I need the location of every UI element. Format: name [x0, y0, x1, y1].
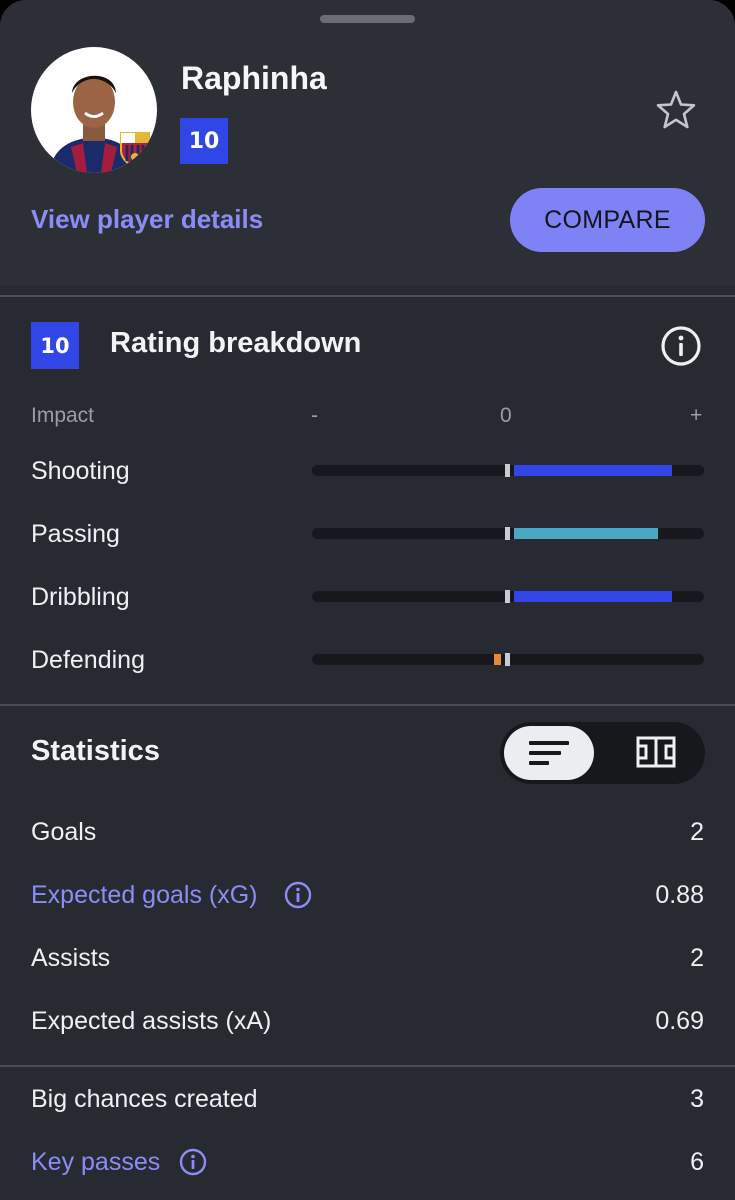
impact-track	[312, 464, 704, 477]
pitch-view-option[interactable]	[612, 726, 702, 780]
section-divider	[0, 1065, 735, 1067]
stat-label-key-passes[interactable]: Key passes	[31, 1148, 160, 1177]
info-icon[interactable]	[179, 1148, 207, 1176]
list-view-icon	[529, 741, 569, 765]
rating-breakdown-title: Rating breakdown	[110, 327, 362, 359]
zero-tick	[505, 527, 510, 540]
impact-bar	[513, 591, 673, 602]
stat-label-big-chances-created: Big chances created	[31, 1085, 258, 1113]
rating-badge: 10	[31, 322, 79, 369]
player-sheet: Raphinha 10 View player details COMPARE …	[0, 0, 735, 1200]
player-rating-badge: 10	[180, 118, 228, 164]
statistics-title: Statistics	[31, 735, 160, 767]
stat-value-expected-assists: 0.69	[655, 1007, 704, 1035]
impact-scale-plus: +	[690, 404, 703, 427]
zero-tick	[505, 653, 510, 666]
rating-row-label: Passing	[31, 520, 120, 548]
impact-bar	[513, 528, 659, 539]
view-player-details-link[interactable]: View player details	[31, 204, 263, 235]
impact-bar	[493, 654, 502, 665]
stat-label-assists: Assists	[31, 944, 111, 972]
stat-value-assists: 2	[690, 944, 704, 972]
stat-label-expected-goals[interactable]: Expected goals (xG)	[31, 881, 258, 910]
list-view-option[interactable]	[504, 726, 594, 780]
stat-value-key-passes: 6	[690, 1148, 704, 1176]
impact-scale-zero: 0	[500, 404, 512, 427]
compare-button[interactable]: COMPARE	[510, 188, 705, 252]
info-icon[interactable]	[284, 881, 312, 909]
view-toggle	[500, 722, 705, 784]
section-divider	[0, 704, 735, 706]
zero-tick	[505, 464, 510, 477]
player-avatar	[31, 47, 157, 173]
impact-track	[312, 527, 704, 540]
stat-value-big-chances-created: 3	[690, 1085, 704, 1113]
stat-value-expected-goals: 0.88	[655, 881, 704, 909]
rating-row-label: Defending	[31, 646, 145, 674]
stat-label-goals: Goals	[31, 818, 97, 846]
impact-label: Impact	[31, 404, 95, 427]
stat-value-goals: 2	[690, 818, 704, 846]
zero-tick	[505, 590, 510, 603]
impact-bar	[513, 465, 673, 476]
favorite-star-icon[interactable]	[654, 88, 698, 132]
rating-row-label: Dribbling	[31, 583, 130, 611]
info-icon[interactable]	[660, 325, 702, 367]
section-divider	[0, 295, 735, 297]
stat-label-expected-assists: Expected assists (xA)	[31, 1007, 272, 1035]
rating-row-label: Shooting	[31, 457, 130, 485]
impact-track	[312, 590, 704, 603]
player-header: Raphinha 10 View player details COMPARE	[0, 0, 735, 285]
player-name: Raphinha	[181, 60, 327, 96]
pitch-view-icon	[636, 736, 676, 768]
impact-track	[312, 653, 704, 666]
drag-handle[interactable]	[320, 15, 415, 23]
impact-scale-minus: -	[311, 404, 318, 427]
